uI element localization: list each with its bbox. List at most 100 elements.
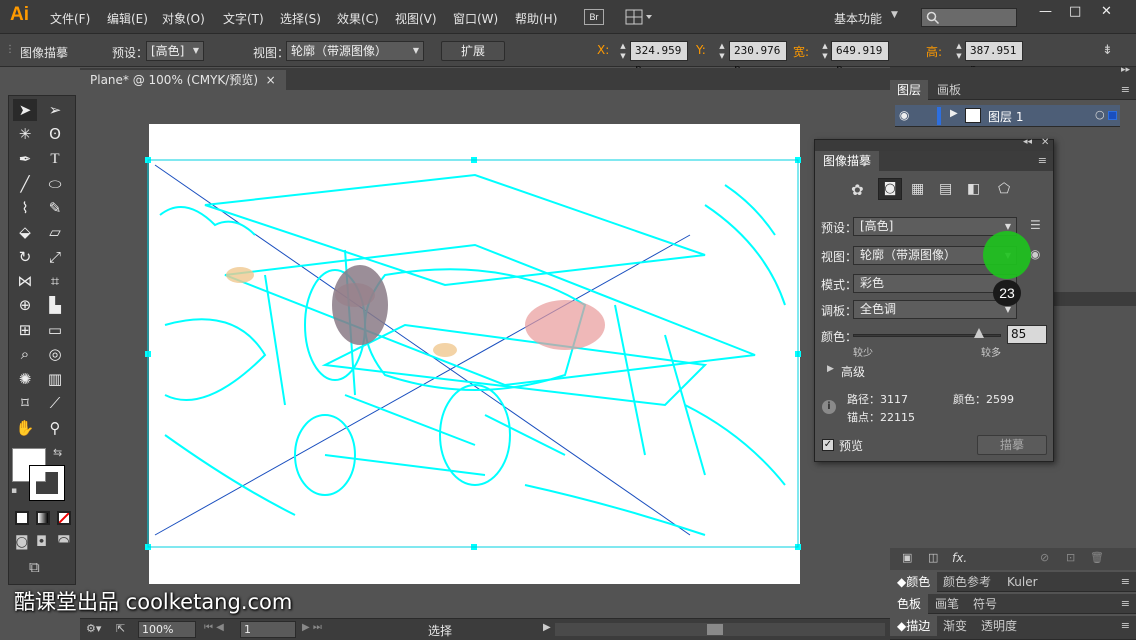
help-search-input[interactable]	[921, 8, 1017, 27]
eyedropper-tool-icon[interactable]: ⌕	[13, 343, 37, 365]
slice-tool-icon[interactable]: ⟋	[43, 392, 67, 414]
panel-drag-bar[interactable]: ◂◂ ✕	[815, 137, 1053, 151]
paintbrush-tool-icon[interactable]: ⌇	[13, 197, 37, 219]
panel-menu-icon[interactable]: ≡	[1121, 619, 1130, 632]
make-clipping-mask-icon[interactable]: ◫	[928, 551, 938, 564]
draw-behind-icon[interactable]: ◘	[36, 534, 47, 550]
screen-mode-icon[interactable]: ⧉	[29, 558, 40, 576]
locate-object-icon[interactable]: ▣	[902, 551, 912, 564]
advanced-label[interactable]: 高级	[841, 363, 865, 380]
page-field[interactable]: 1	[240, 621, 296, 638]
gradient-tool-icon[interactable]: ▭	[43, 319, 67, 341]
type-tool-icon[interactable]: T	[43, 148, 67, 170]
stroke-swatch[interactable]	[29, 465, 65, 501]
low-color-icon[interactable]: ▦	[911, 181, 924, 197]
image-trace-tab[interactable]: 图像描摹	[815, 151, 880, 171]
magic-wand-tool-icon[interactable]: ✳	[13, 123, 37, 145]
auto-color-icon[interactable]: ✿	[851, 181, 864, 199]
tab-color[interactable]: ◆颜色	[890, 572, 938, 592]
free-transform-tool-icon[interactable]: ⌗	[43, 270, 67, 292]
menu-effect[interactable]: 效果(C)	[337, 10, 379, 27]
tab-gradient[interactable]: 渐变	[936, 616, 974, 636]
colors-value-field[interactable]: 85	[1007, 325, 1047, 344]
width-spinner[interactable]: ▲ ▼	[820, 41, 830, 61]
menu-object[interactable]: 对象(O)	[162, 10, 205, 27]
menu-file[interactable]: 文件(F)	[50, 10, 90, 27]
bridge-button[interactable]: Br	[584, 9, 604, 25]
tab-transparency[interactable]: 透明度	[974, 616, 1024, 636]
shape-builder-tool-icon[interactable]: ⊕	[13, 294, 37, 316]
high-color-icon[interactable]: ◙	[878, 178, 902, 200]
default-colors-icon[interactable]: ▪	[11, 486, 17, 496]
height-spinner[interactable]: ▲ ▼	[954, 41, 964, 61]
expand-button[interactable]: 扩展	[441, 41, 505, 61]
grayscale-icon[interactable]: ▤	[939, 181, 952, 197]
color-mode-icon[interactable]	[15, 511, 29, 525]
selection-tool-icon[interactable]: ➤	[13, 99, 37, 121]
document-tab[interactable]: Plane* @ 100% (CMYK/预览) ×	[80, 70, 286, 90]
ellipse-tool-icon[interactable]: ⬭	[43, 173, 67, 195]
eye-icon[interactable]: ◉	[899, 108, 909, 122]
none-mode-icon[interactable]	[57, 511, 71, 525]
advanced-expand-icon[interactable]: ▶	[827, 364, 834, 374]
panel-menu-icon[interactable]: ≡	[1121, 575, 1130, 588]
trace-button[interactable]: 描摹	[977, 435, 1047, 455]
zoom-tool-icon[interactable]: ⚲	[43, 417, 67, 439]
collapse-panel-icon[interactable]: ◂◂	[1023, 137, 1032, 147]
menu-help[interactable]: 帮助(H)	[515, 10, 557, 27]
artboard-tool-icon[interactable]: ⌑	[13, 392, 37, 414]
tab-artboards[interactable]: 画板	[930, 80, 968, 100]
perspective-grid-tool-icon[interactable]: ▙	[43, 294, 67, 316]
traced-plane-artwork[interactable]	[145, 155, 805, 555]
menu-edit[interactable]: 编辑(E)	[107, 10, 148, 27]
selection-indicator[interactable]	[1108, 111, 1117, 120]
chevron-down-icon[interactable]: ▼	[891, 10, 898, 20]
zoom-field[interactable]: 100%	[138, 621, 196, 638]
panel-menu-icon[interactable]: ≡	[1121, 83, 1130, 96]
menu-view[interactable]: 视图(V)	[395, 10, 437, 27]
tab-color-guide[interactable]: 颜色参考	[936, 572, 998, 592]
scroll-thumb[interactable]	[707, 624, 723, 635]
maximize-icon[interactable]: □	[1069, 4, 1081, 19]
manage-presets-icon[interactable]: ☰	[1030, 218, 1041, 232]
black-white-icon[interactable]: ◧	[967, 181, 980, 197]
close-tab-icon[interactable]: ×	[266, 73, 276, 87]
pencil-tool-icon[interactable]: ✎	[43, 197, 67, 219]
trace-palette-dropdown[interactable]: 全色调 ▼	[853, 300, 1017, 319]
menu-select[interactable]: 选择(S)	[280, 10, 321, 27]
collapse-icon[interactable]: ▸▸	[1121, 65, 1130, 75]
symbol-sprayer-tool-icon[interactable]: ✺	[13, 368, 37, 390]
new-layer-icon[interactable]: ⊡	[1066, 551, 1075, 564]
lasso-tool-icon[interactable]: ʘ	[43, 123, 67, 145]
width-field[interactable]: 649.919 p	[831, 41, 889, 75]
direct-selection-tool-icon[interactable]: ➢	[43, 99, 67, 121]
draw-inside-icon[interactable]: ◚	[57, 534, 71, 550]
close-panel-icon[interactable]: ✕	[1041, 137, 1049, 148]
layer-name[interactable]: 图层 1	[988, 108, 1023, 125]
menu-window[interactable]: 窗口(W)	[453, 10, 498, 27]
status-menu-icon[interactable]: ▶	[543, 622, 551, 633]
panel-menu-icon[interactable]: ≡	[1121, 597, 1130, 610]
mesh-tool-icon[interactable]: ⊞	[13, 319, 37, 341]
swap-icon[interactable]: ⇆	[53, 446, 62, 459]
rotate-tool-icon[interactable]: ↻	[13, 246, 37, 268]
tab-stroke[interactable]: ◆描边	[890, 616, 938, 636]
line-tool-icon[interactable]: ╱	[13, 173, 37, 195]
width-tool-icon[interactable]: ⋈	[13, 270, 37, 292]
tab-swatches[interactable]: 色板	[890, 594, 929, 614]
minimize-icon[interactable]: —	[1039, 4, 1052, 19]
colors-slider-thumb[interactable]	[973, 328, 984, 338]
pen-tool-icon[interactable]: ✒	[13, 148, 37, 170]
tab-symbols[interactable]: 符号	[966, 594, 1004, 614]
close-icon[interactable]: ✕	[1101, 4, 1112, 19]
scale-tool-icon[interactable]: ⤢	[43, 246, 67, 268]
last-page-icon[interactable]: ▶ ⏭	[302, 622, 322, 633]
blend-tool-icon[interactable]: ◎	[43, 343, 67, 365]
create-sublayer-icon[interactable]: ⊘	[1040, 551, 1049, 564]
x-spinner[interactable]: ▲ ▼	[618, 41, 628, 61]
draw-normal-icon[interactable]: ◙	[15, 534, 29, 550]
eraser-tool-icon[interactable]: ▱	[43, 221, 67, 243]
workspace-switcher[interactable]: 基本功能	[834, 10, 882, 27]
target-icon[interactable]: ○	[1095, 108, 1105, 121]
blob-brush-tool-icon[interactable]: ⬙	[13, 221, 37, 243]
